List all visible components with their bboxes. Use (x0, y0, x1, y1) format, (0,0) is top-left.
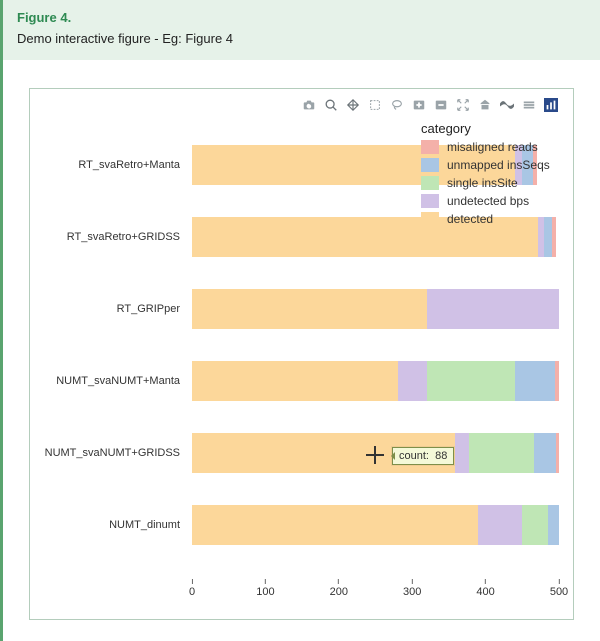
legend: category misaligned reads unmapped insSeq… (421, 121, 557, 230)
legend-swatch (421, 140, 439, 154)
figure-header: Figure 4. Demo interactive figure - Eg: … (3, 0, 600, 60)
bar-segment[interactable] (192, 433, 455, 473)
legend-label: detected (447, 212, 493, 226)
y-axis-label: RT_svaRetro+GRIDSS (38, 203, 186, 271)
y-axis-label: RT_GRIPper (38, 275, 186, 343)
legend-item[interactable]: misaligned reads (421, 140, 557, 154)
autoscale-icon[interactable] (455, 97, 471, 113)
legend-label: undetected bps (447, 194, 529, 208)
bar-row: NUMT_svaNUMT+GRIDSS (38, 419, 565, 487)
legend-swatch (421, 194, 439, 208)
legend-title: category (421, 121, 557, 136)
x-axis-tick: 100 (256, 579, 274, 598)
figure-container: Figure 4. Demo interactive figure - Eg: … (0, 0, 600, 641)
legend-item[interactable]: single insSite (421, 176, 557, 190)
y-axis-label: NUMT_dinumt (38, 491, 186, 559)
bar-segment[interactable] (192, 361, 398, 401)
legend-item[interactable]: undetected bps (421, 194, 557, 208)
bar-segment[interactable] (469, 433, 534, 473)
chart-panel: category misaligned reads unmapped insSeq… (29, 88, 574, 620)
x-axis-tick: 200 (330, 579, 348, 598)
legend-swatch (421, 158, 439, 172)
y-axis-label: NUMT_svaNUMT+GRIDSS (38, 419, 186, 487)
bar-row: NUMT_dinumt (38, 491, 565, 559)
zoom-in-icon[interactable] (411, 97, 427, 113)
bar-segment[interactable] (192, 289, 427, 329)
x-axis-tick: 0 (189, 579, 195, 598)
bar-track[interactable] (192, 361, 559, 401)
hover-closest-icon[interactable] (521, 97, 537, 113)
bar-segment[interactable] (556, 433, 559, 473)
x-axis-tick: 500 (550, 579, 568, 598)
y-axis-label: NUMT_svaNUMT+Manta (38, 347, 186, 415)
bar-segment[interactable] (455, 433, 470, 473)
camera-icon[interactable] (301, 97, 317, 113)
bar-segment[interactable] (522, 505, 548, 545)
zoom-icon[interactable] (323, 97, 339, 113)
legend-swatch (421, 212, 439, 226)
bar-segment[interactable] (548, 505, 559, 545)
bar-row: RT_GRIPper (38, 275, 565, 343)
lasso-icon[interactable] (389, 97, 405, 113)
chart-area[interactable]: category misaligned reads unmapped insSeq… (38, 119, 565, 609)
plot-toolbar (38, 95, 565, 119)
figure-title: Figure 4. (17, 10, 586, 25)
legend-label: single insSite (447, 176, 518, 190)
legend-item[interactable]: detected (421, 212, 557, 226)
legend-item[interactable]: unmapped insSeqs (421, 158, 557, 172)
x-axis-tick: 400 (476, 579, 494, 598)
figure-description: Demo interactive figure - Eg: Figure 4 (17, 31, 586, 46)
pan-icon[interactable] (345, 97, 361, 113)
box-select-icon[interactable] (367, 97, 383, 113)
x-axis-tick: 300 (403, 579, 421, 598)
bar-segment[interactable] (192, 505, 478, 545)
bar-segment[interactable] (427, 361, 515, 401)
bar-segment[interactable] (398, 361, 427, 401)
bar-track[interactable] (192, 505, 559, 545)
reset-axes-icon[interactable] (477, 97, 493, 113)
bar-track[interactable] (192, 433, 559, 473)
spike-lines-icon[interactable] (499, 97, 515, 113)
bar-segment[interactable] (534, 433, 556, 473)
y-axis-label: RT_svaRetro+Manta (38, 131, 186, 199)
bar-segment[interactable] (478, 505, 522, 545)
bar-segment[interactable] (555, 361, 559, 401)
bar-segment[interactable] (515, 361, 555, 401)
legend-label: unmapped insSeqs (447, 158, 550, 172)
x-axis: 0100200300400500 (192, 579, 559, 601)
plotly-logo-icon[interactable] (543, 97, 559, 113)
legend-swatch (421, 176, 439, 190)
legend-label: misaligned reads (447, 140, 538, 154)
bar-track[interactable] (192, 289, 559, 329)
bar-row: NUMT_svaNUMT+Manta (38, 347, 565, 415)
zoom-out-icon[interactable] (433, 97, 449, 113)
bar-segment[interactable] (427, 289, 559, 329)
